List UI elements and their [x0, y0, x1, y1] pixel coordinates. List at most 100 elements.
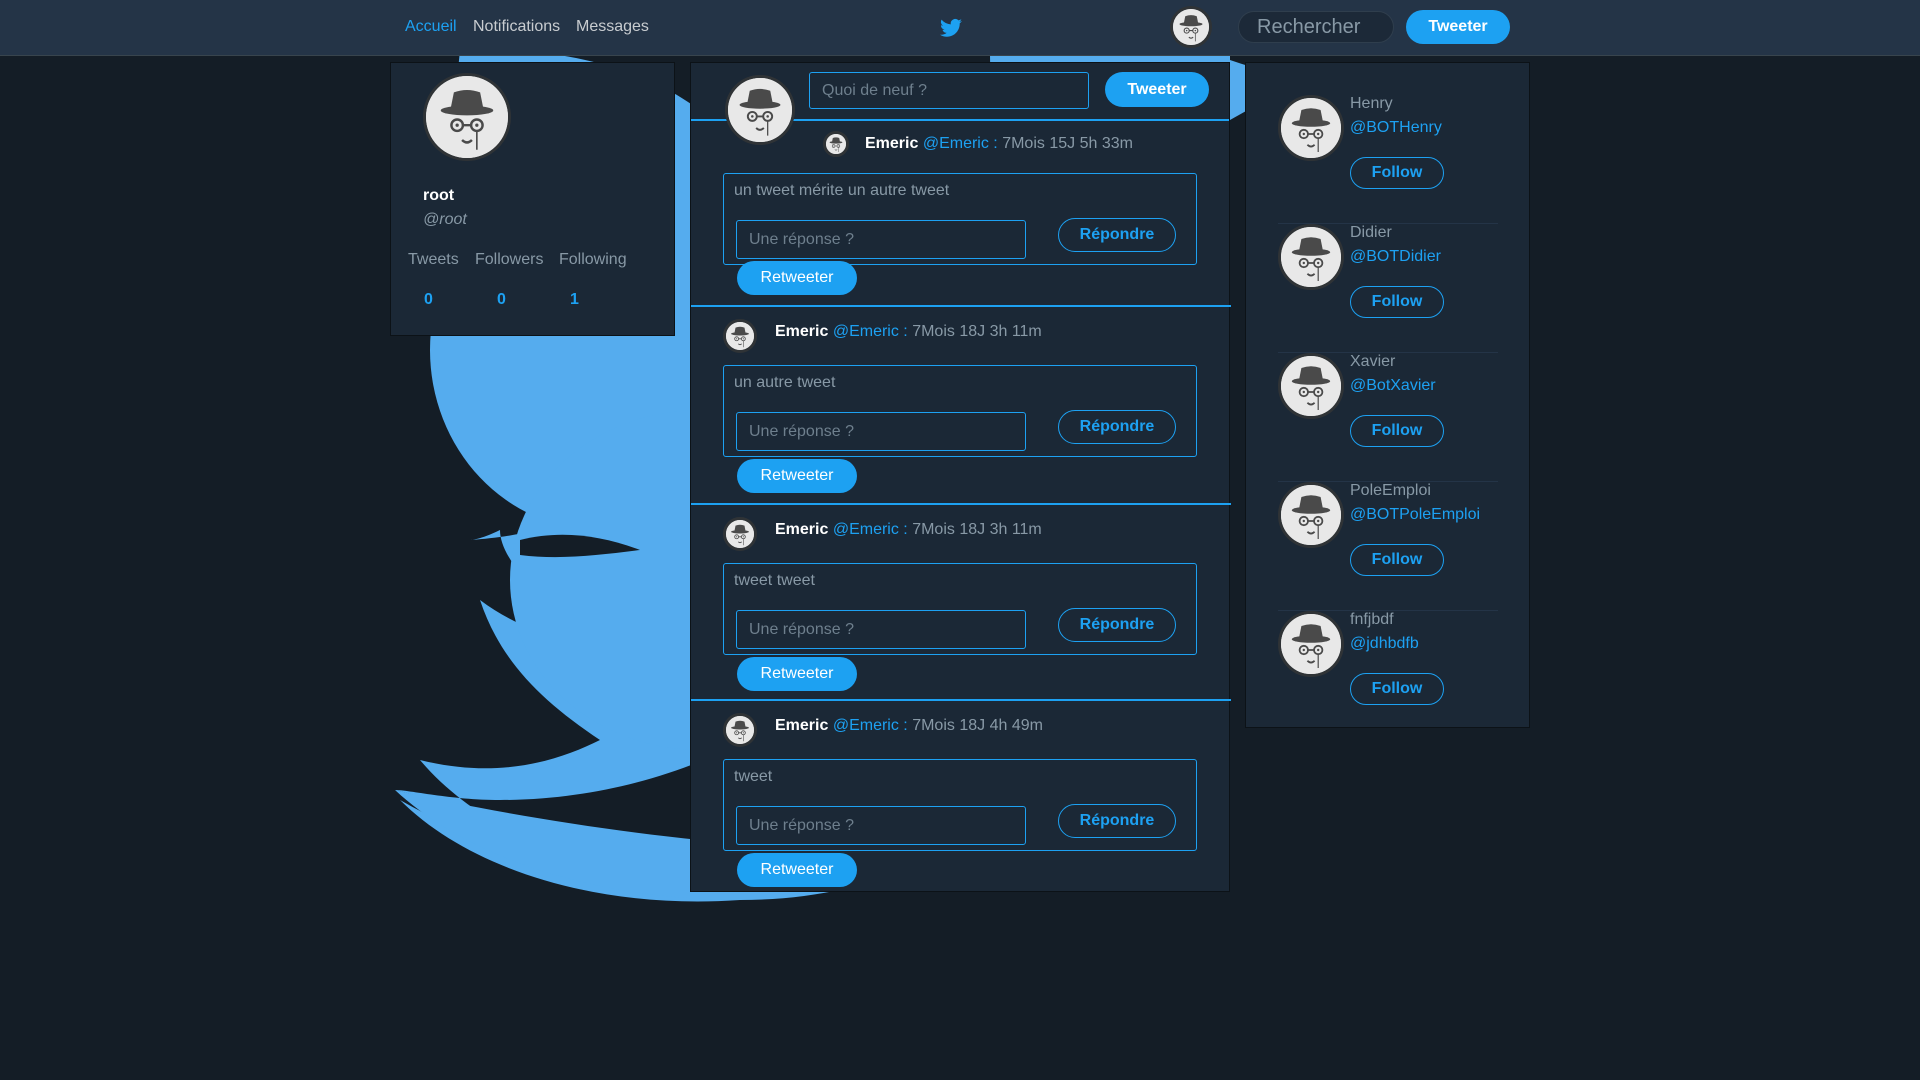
retweet-button[interactable]: Retweeter: [737, 261, 857, 295]
suggestion-handle[interactable]: @BOTDidier: [1350, 248, 1441, 266]
incognito-avatar-icon: [728, 78, 792, 142]
twitter-bird-icon[interactable]: [940, 18, 962, 38]
tweet-text: un tweet mérite un autre tweet: [734, 182, 950, 199]
user-avatar-menu[interactable]: [1170, 6, 1212, 48]
nav-notifications-link[interactable]: Notifications: [473, 18, 560, 36]
tweet-avatar[interactable]: [723, 517, 757, 551]
reply-input[interactable]: [736, 806, 1026, 845]
tweet-text: tweet: [734, 768, 773, 785]
stat-followers-label[interactable]: Followers: [475, 251, 543, 269]
suggestion-handle[interactable]: @BOTHenry: [1350, 119, 1442, 137]
tweet-timestamp: 7Mois 18J 3h 11m: [912, 323, 1042, 340]
reply-button[interactable]: Répondre: [1058, 608, 1176, 642]
tweet-author-name[interactable]: Emeric: [775, 717, 828, 734]
tweet-avatar[interactable]: [823, 131, 849, 157]
tweet-item: Emeric @Emeric : 7Mois 15J 5h 33m un twe…: [691, 121, 1231, 307]
reply-button[interactable]: Répondre: [1058, 410, 1176, 444]
incognito-avatar-icon: [1281, 614, 1341, 674]
nav-messages-link[interactable]: Messages: [576, 18, 649, 36]
top-navigation-bar: Accueil Notifications Messages Tweeter: [0, 0, 1920, 56]
tweet-author-name[interactable]: Emeric: [865, 135, 918, 152]
nav-home-link[interactable]: Accueil: [405, 18, 457, 36]
tweet-text: tweet tweet: [734, 572, 815, 589]
tweet-text: un autre tweet: [734, 374, 836, 391]
tweet-body: un tweet mérite un autre tweet Répondre: [723, 173, 1197, 265]
tweet-author-name[interactable]: Emeric: [775, 521, 828, 538]
incognito-avatar-icon: [1281, 356, 1341, 416]
follow-button[interactable]: Follow: [1350, 415, 1444, 447]
follow-button[interactable]: Follow: [1350, 157, 1444, 189]
suggestion-handle[interactable]: @jdhbdfb: [1350, 635, 1419, 653]
suggestion-avatar[interactable]: [1278, 611, 1344, 677]
tweet-header: Emeric @Emeric : 7Mois 15J 5h 33m: [865, 135, 1133, 153]
tweet-author-handle[interactable]: @Emeric :: [833, 717, 908, 734]
tweet-author-handle[interactable]: @Emeric :: [833, 521, 908, 538]
suggestion-avatar[interactable]: [1278, 353, 1344, 419]
reply-input[interactable]: [736, 610, 1026, 649]
suggestion-name[interactable]: PoleEmploi: [1350, 482, 1431, 500]
suggestion-name[interactable]: fnfjbdf: [1350, 611, 1394, 629]
tweet-body: tweet tweet Répondre: [723, 563, 1197, 655]
suggestion-name[interactable]: Xavier: [1350, 353, 1395, 371]
tweet-body: tweet Répondre: [723, 759, 1197, 851]
tweet-item: Emeric @Emeric : 7Mois 18J 3h 11m tweet …: [691, 507, 1231, 701]
composer: Tweeter: [691, 63, 1229, 145]
suggestion-item: Didier @BOTDidier Follow: [1278, 224, 1498, 353]
incognito-avatar-icon: [1173, 9, 1209, 45]
top-tweet-button[interactable]: Tweeter: [1406, 10, 1510, 44]
tweet-author-handle[interactable]: @Emeric :: [923, 135, 998, 152]
composer-avatar: [725, 75, 795, 145]
follow-button[interactable]: Follow: [1350, 544, 1444, 576]
suggestion-item: Henry @BOTHenry Follow: [1278, 95, 1498, 224]
tweet-avatar[interactable]: [723, 713, 757, 747]
reply-button[interactable]: Répondre: [1058, 804, 1176, 838]
suggestion-handle[interactable]: @BOTPoleEmploi: [1350, 506, 1480, 524]
profile-handle[interactable]: @root: [423, 211, 467, 229]
retweet-button[interactable]: Retweeter: [737, 853, 857, 887]
stat-followers-value[interactable]: 0: [497, 291, 506, 309]
reply-button[interactable]: Répondre: [1058, 218, 1176, 252]
incognito-avatar-icon: [726, 520, 754, 548]
reply-input[interactable]: [736, 220, 1026, 259]
compose-tweet-input[interactable]: [809, 72, 1089, 109]
incognito-avatar-icon: [426, 76, 508, 158]
tweet-header: Emeric @Emeric : 7Mois 18J 3h 11m: [775, 521, 1042, 539]
tweet-avatar[interactable]: [723, 319, 757, 353]
feed-panel: Tweeter Emeric @Emeric : 7Mois 15J 5h 33…: [690, 62, 1231, 892]
stat-tweets-label[interactable]: Tweets: [408, 251, 459, 269]
reply-input[interactable]: [736, 412, 1026, 451]
follow-button[interactable]: Follow: [1350, 673, 1444, 705]
profile-card: root @root Tweets Followers Following 0 …: [390, 62, 675, 336]
suggestion-item: PoleEmploi @BOTPoleEmploi Follow: [1278, 482, 1498, 611]
suggestion-item: Xavier @BotXavier Follow: [1278, 353, 1498, 482]
suggestion-avatar[interactable]: [1278, 482, 1344, 548]
follow-button[interactable]: Follow: [1350, 286, 1444, 318]
tweet-timestamp: 7Mois 18J 3h 11m: [912, 521, 1042, 538]
suggestion-handle[interactable]: @BotXavier: [1350, 377, 1436, 395]
profile-avatar[interactable]: [423, 73, 511, 161]
incognito-avatar-icon: [726, 322, 754, 350]
tweet-header: Emeric @Emeric : 7Mois 18J 3h 11m: [775, 323, 1042, 341]
incognito-avatar-icon: [1281, 485, 1341, 545]
incognito-avatar-icon: [826, 134, 846, 154]
profile-name[interactable]: root: [423, 187, 454, 205]
stat-following-value[interactable]: 1: [570, 291, 579, 309]
tweet-author-name[interactable]: Emeric: [775, 323, 828, 340]
who-to-follow-panel: Henry @BOTHenry Follow Didier @BOTDidier…: [1245, 62, 1530, 728]
tweet-body: un autre tweet Répondre: [723, 365, 1197, 457]
tweet-author-handle[interactable]: @Emeric :: [833, 323, 908, 340]
tweet-timestamp: 7Mois 15J 5h 33m: [1002, 135, 1133, 152]
compose-tweet-button[interactable]: Tweeter: [1105, 72, 1209, 107]
suggestion-avatar[interactable]: [1278, 95, 1344, 161]
stat-following-label[interactable]: Following: [559, 251, 627, 269]
incognito-avatar-icon: [726, 716, 754, 744]
search-input[interactable]: [1238, 11, 1394, 43]
stat-tweets-value[interactable]: 0: [424, 291, 433, 309]
tweet-item: Emeric @Emeric : 7Mois 18J 3h 11m un aut…: [691, 309, 1231, 505]
suggestion-name[interactable]: Didier: [1350, 224, 1392, 242]
suggestion-item: fnfjbdf @jdhbdfb Follow: [1278, 611, 1498, 740]
retweet-button[interactable]: Retweeter: [737, 657, 857, 691]
retweet-button[interactable]: Retweeter: [737, 459, 857, 493]
suggestion-avatar[interactable]: [1278, 224, 1344, 290]
suggestion-name[interactable]: Henry: [1350, 95, 1393, 113]
